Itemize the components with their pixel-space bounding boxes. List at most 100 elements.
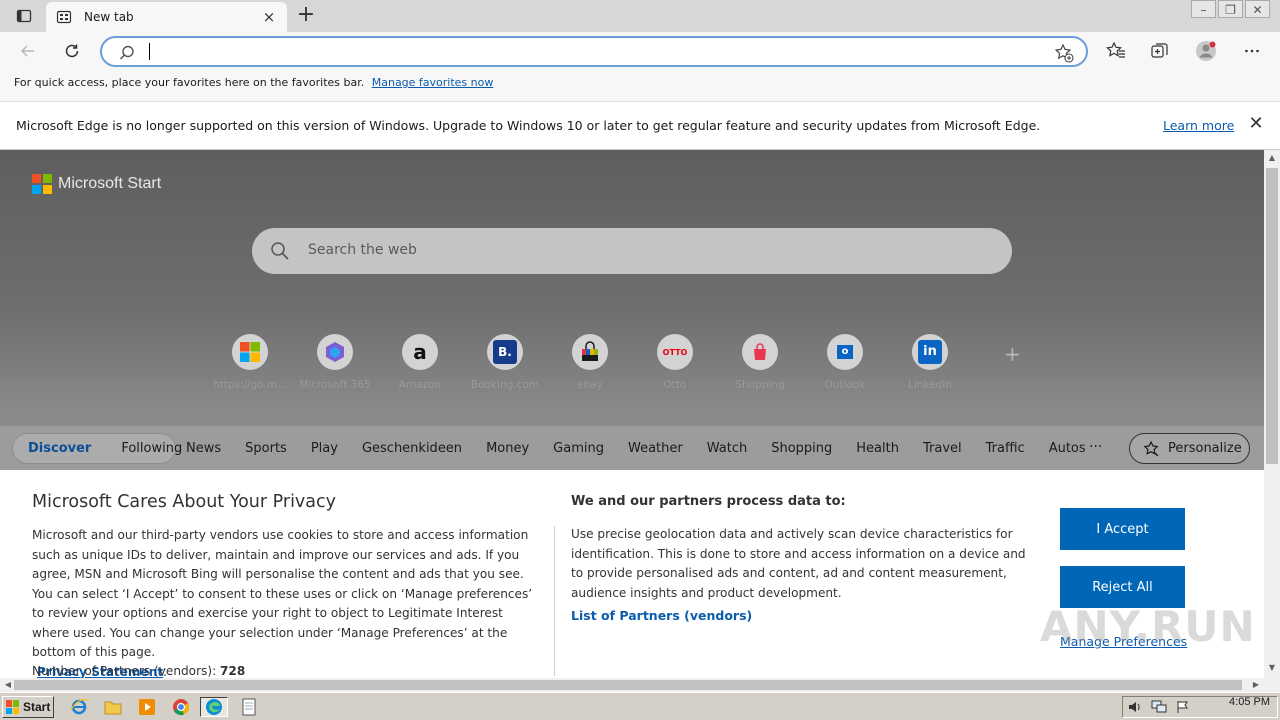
minimize-button[interactable]: – (1191, 0, 1216, 18)
quick-link-tile[interactable]: o Outlook (803, 334, 887, 391)
new-tab-page: Microsoft Start Search the web https://g… (0, 150, 1264, 678)
quick-link-label: Shopping (735, 379, 785, 391)
accept-button[interactable]: I Accept (1060, 508, 1185, 550)
horizontal-scrollbar[interactable]: ◀ ▶ (0, 678, 1280, 692)
vertical-scrollbar[interactable]: ▲ ▼ (1264, 150, 1280, 678)
tab-actions-icon[interactable] (10, 6, 38, 26)
ebay-bag-icon (572, 334, 608, 370)
tab-title: New tab (84, 10, 134, 24)
tab-close-icon[interactable]: × (261, 9, 277, 25)
personalize-button[interactable]: Personalize (1129, 433, 1250, 464)
quick-link-tile[interactable]: a Amazon (378, 334, 462, 391)
chrome-icon[interactable] (170, 697, 192, 717)
favorites-icon[interactable] (1105, 40, 1127, 62)
ie-icon[interactable] (68, 697, 90, 717)
processing-title: We and our partners process data to: (571, 494, 846, 509)
folder-icon[interactable] (102, 697, 124, 717)
microsoft-logo-icon (32, 174, 52, 194)
edge-icon[interactable] (200, 697, 228, 717)
otto-icon: OTTO (657, 334, 693, 370)
address-input[interactable] (148, 42, 1028, 62)
add-quick-link-button[interactable]: + (1004, 342, 1021, 366)
scrollbar-thumb[interactable] (1266, 168, 1278, 464)
feed-mode-toggle: Discover Following (12, 433, 182, 464)
microsoft-start-logo[interactable]: Microsoft Start (32, 174, 161, 194)
manage-favorites-link[interactable]: Manage favorites now (372, 76, 494, 89)
tab-new-tab[interactable]: New tab × (46, 2, 287, 32)
brand-name: Microsoft Start (58, 175, 162, 192)
quick-link-tile[interactable]: OTTO Otto (633, 334, 717, 391)
windows-flag-icon (6, 700, 20, 714)
quick-link-label: LinkedIn (907, 379, 952, 391)
quick-link-tile[interactable]: Shopping (718, 334, 802, 391)
web-search-box[interactable]: Search the web (252, 228, 1012, 274)
quick-link-label: Booking.com (470, 379, 540, 391)
scroll-up-icon[interactable]: ▲ (1264, 150, 1280, 166)
collections-icon[interactable] (1149, 40, 1171, 62)
tab-watch[interactable]: Watch (707, 441, 747, 456)
quick-link-tile[interactable]: B. Booking.com (463, 334, 547, 391)
media-player-icon[interactable] (136, 697, 158, 717)
taskbar: Start 4:05 PM (0, 692, 1280, 720)
network-icon[interactable] (1151, 699, 1167, 715)
tab-play[interactable]: Play (311, 441, 338, 456)
linkedin-glyph: in (918, 340, 942, 364)
quick-link-label: https://go.m... (212, 379, 288, 391)
tab-travel[interactable]: Travel (923, 441, 962, 456)
tab-gaming[interactable]: Gaming (553, 441, 604, 456)
privacy-consent-dialog: Microsoft Cares About Your Privacy Micro… (0, 470, 1264, 678)
more-categories-icon[interactable]: ··· (1089, 439, 1102, 455)
booking-glyph: B. (493, 340, 517, 364)
back-arrow-icon[interactable] (14, 38, 42, 64)
more-icon[interactable] (1241, 40, 1263, 62)
tab-sports[interactable]: Sports (245, 441, 287, 456)
new-tab-page-icon (56, 9, 72, 25)
start-button[interactable]: Start (2, 696, 54, 718)
tab-geschenkideen[interactable]: Geschenkideen (362, 441, 462, 456)
outlook-glyph: o (837, 345, 853, 359)
partners-count: Number of Partners (vendors): 728 (32, 664, 245, 678)
add-favorite-icon[interactable] (1054, 43, 1074, 63)
unsupported-os-notice: Microsoft Edge is no longer supported on… (0, 102, 1280, 150)
address-bar[interactable] (100, 36, 1088, 67)
scroll-right-icon[interactable]: ▶ (1248, 677, 1264, 693)
scroll-down-icon[interactable]: ▼ (1264, 660, 1280, 676)
notepad-icon[interactable] (238, 697, 260, 717)
tab-autos[interactable]: Autos (1049, 441, 1086, 456)
quick-link-tile[interactable]: ebay (548, 334, 632, 391)
tab-traffic[interactable]: Traffic (986, 441, 1025, 456)
feed-categories: News Sports Play Geschenkideen Money Gam… (186, 441, 1110, 456)
quick-link-label: Otto (663, 379, 687, 391)
divider (554, 526, 555, 676)
tab-news[interactable]: News (186, 441, 221, 456)
tab-health[interactable]: Health (856, 441, 899, 456)
volume-icon[interactable] (1127, 699, 1143, 715)
quick-link-tile[interactable]: in LinkedIn (888, 334, 972, 391)
title-bar: New tab × + – ❐ ✕ (0, 0, 1280, 32)
close-icon[interactable]: ✕ (1247, 115, 1265, 133)
tab-money[interactable]: Money (486, 441, 529, 456)
close-button[interactable]: ✕ (1245, 0, 1270, 18)
browser-toolbar (0, 32, 1280, 70)
quick-links: https://go.m... Microsoft 365 a Amazon B… (208, 334, 1028, 394)
tab-following[interactable]: Following (106, 441, 197, 456)
window-controls: – ❐ ✕ (1189, 0, 1270, 18)
profile-icon[interactable] (1195, 40, 1217, 62)
learn-more-link[interactable]: Learn more (1163, 118, 1234, 133)
list-of-partners-link[interactable]: List of Partners (vendors) (571, 608, 752, 623)
favorites-bar-message: For quick access, place your favorites h… (14, 76, 365, 89)
restore-button[interactable]: ❐ (1218, 0, 1243, 18)
outlook-icon: o (827, 334, 863, 370)
scrollbar-thumb[interactable] (14, 680, 1242, 690)
quick-link-tile[interactable]: https://go.m... (208, 334, 292, 391)
refresh-icon[interactable] (58, 38, 86, 64)
tab-weather[interactable]: Weather (628, 441, 683, 456)
processing-body: Use precise geolocation data and activel… (571, 527, 1026, 600)
flag-icon[interactable] (1175, 699, 1191, 715)
personalize-icon (1143, 440, 1159, 456)
tab-discover[interactable]: Discover (13, 441, 106, 456)
quick-link-tile[interactable]: Microsoft 365 (293, 334, 377, 391)
tab-shopping[interactable]: Shopping (771, 441, 832, 456)
search-icon (270, 241, 290, 261)
new-tab-button[interactable]: + (294, 4, 318, 28)
